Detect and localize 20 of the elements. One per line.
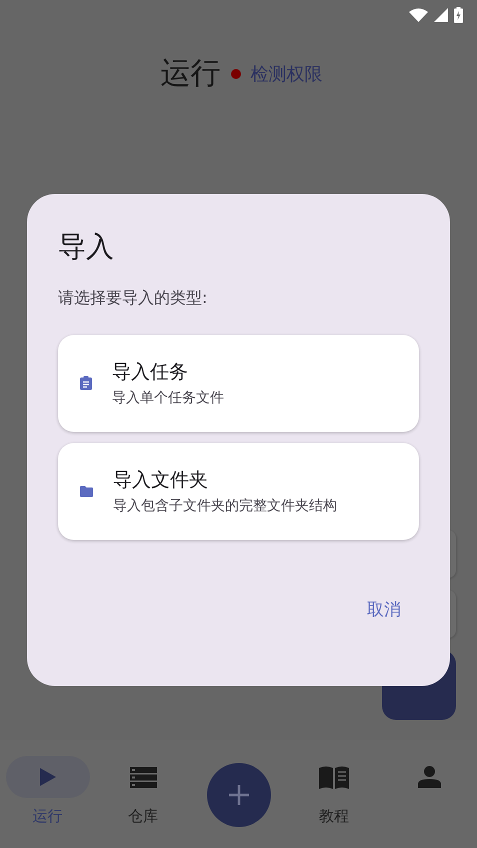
import-option[interactable]: 导入任务 导入单个任务文件 <box>58 334 419 432</box>
battery-icon <box>454 7 463 23</box>
book-icon <box>318 766 349 788</box>
wifi-icon <box>409 8 428 22</box>
page-title: 运行 <box>160 55 220 93</box>
nav-tab[interactable]: 仓库 <box>95 756 191 826</box>
signal-icon <box>434 8 448 22</box>
play-icon <box>40 768 56 786</box>
dialog-title: 导入 <box>58 230 115 264</box>
import-option[interactable]: 导入文件夹 导入包含子文件夹的完整文件夹结构 <box>58 442 419 540</box>
cancel-button[interactable]: 取消 <box>359 594 409 625</box>
plus-icon <box>228 784 250 806</box>
folder-icon <box>80 486 93 497</box>
clipboard-icon <box>80 376 92 390</box>
status-dot-icon <box>230 68 240 78</box>
permission-link[interactable]: 检测权限 <box>250 62 322 86</box>
dialog-prompt: 请选择要导入的类型: <box>58 288 208 309</box>
person-icon <box>418 766 441 788</box>
storage-icon <box>130 766 157 788</box>
nav-tab[interactable]: 教程 <box>286 756 382 826</box>
